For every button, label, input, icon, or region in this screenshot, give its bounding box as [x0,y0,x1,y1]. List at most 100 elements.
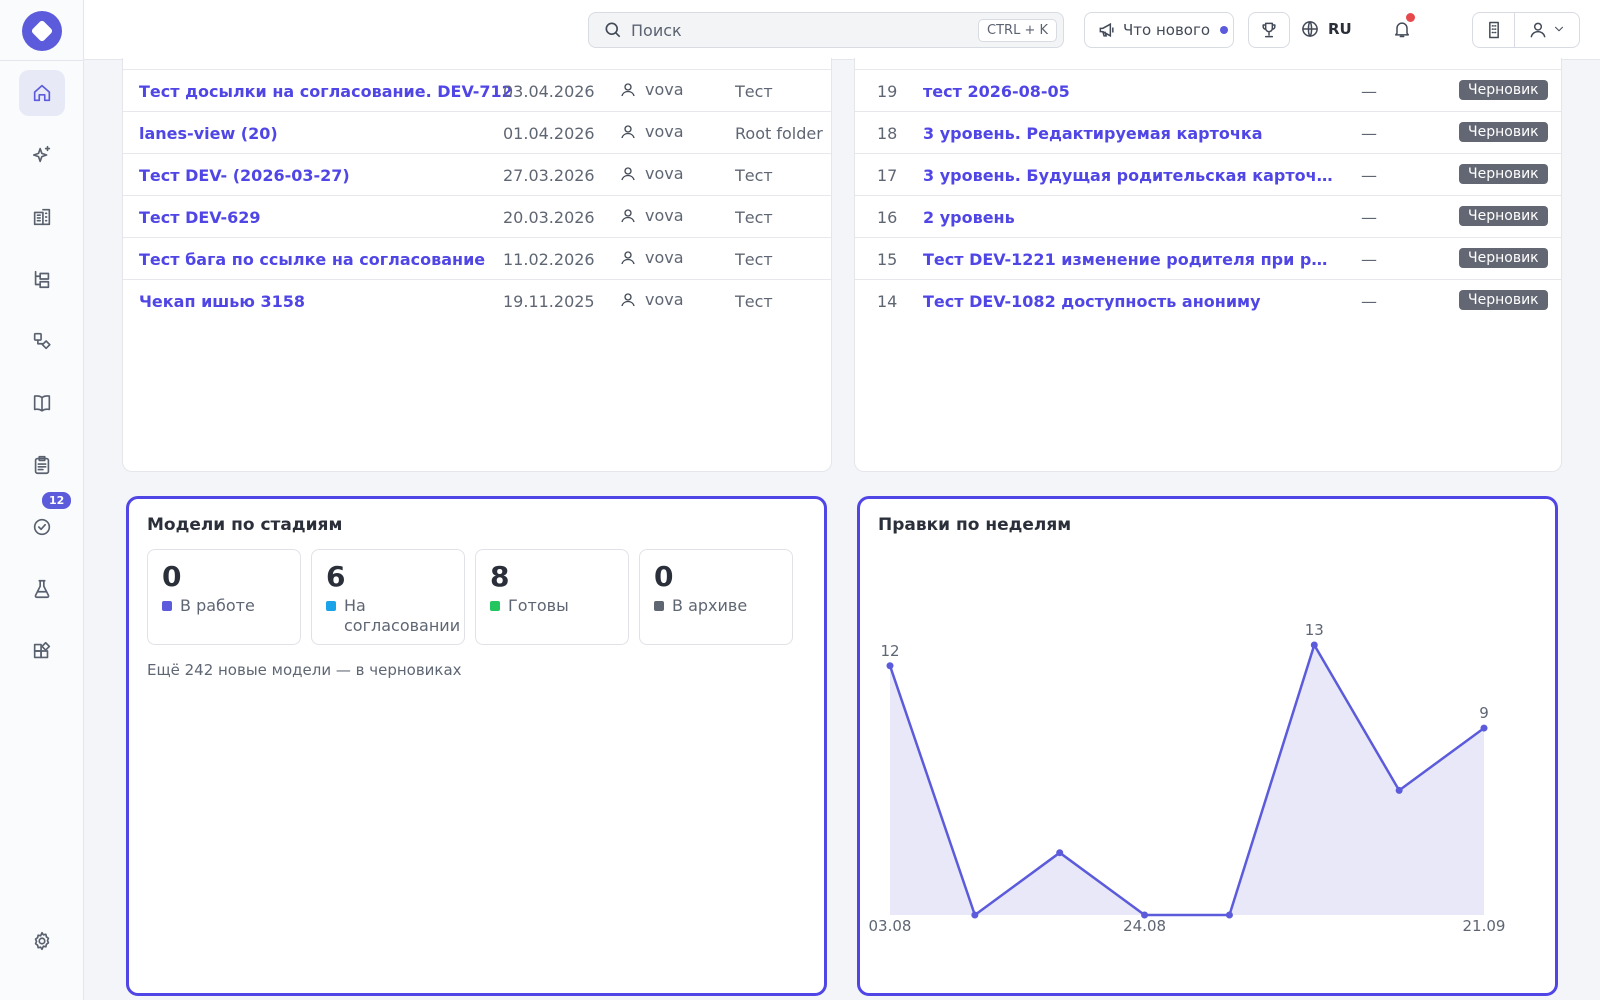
top-bar: Поиск CTRL + K Что нового RU [84,0,1600,60]
edits-chart: 12 13 9 03.08 24.08 21.09 [869,621,1506,935]
table-row[interactable]: 14 Тест DEV-1082 доступность анониму — Черн… [855,279,1561,321]
edits-by-week-card: Правки по неделям 12 13 9 03.08 24.08 21.09 [857,496,1558,996]
chart-point [1480,724,1488,732]
model-name-link[interactable]: Тест бага по ссылке на согласование [139,250,485,269]
search-placeholder: Поиск [631,20,682,40]
row-dash: — [1361,250,1377,269]
table-row[interactable]: Тест DEV- (2026-03-27) 27.03.2026 vova Тест [123,153,831,195]
sidebar-item-integrations[interactable] [19,628,65,674]
model-date: 03.04.2026 [503,82,595,101]
whats-new-button[interactable]: Что нового [1084,12,1234,48]
workflow-icon [33,332,51,350]
user-icon [1530,22,1546,38]
sidebar-item-processes[interactable] [19,318,65,364]
logo-diamond-icon [30,19,54,43]
author-name: vova [645,164,684,183]
status-badge: Черновик [1459,290,1548,310]
status-badge: Черновик [1459,80,1548,100]
whats-new-dot [1220,26,1229,34]
draft-name-link[interactable]: 3 уровень. Редактируемая карточка [923,124,1262,143]
widgets-icon [33,641,51,659]
search-input[interactable]: Поиск CTRL + K [588,12,1064,48]
user-menu[interactable] [1472,12,1580,48]
table-row[interactable]: lanes-view (20) 01.04.2026 vova Root folder [123,111,831,153]
model-folder: Тест [735,208,773,227]
stage-color-marker [326,601,336,611]
row-number: 17 [877,166,898,185]
sidebar-item-structure[interactable] [19,256,65,302]
sidebar-item-lab[interactable] [19,566,65,612]
model-folder: Тест [735,292,773,311]
model-name-link[interactable]: lanes-view (20) [139,124,278,143]
chart-point [971,911,979,919]
stages-title: Модели по стадиям [147,515,343,535]
draft-name-link[interactable]: Тест DEV-1221 изменение родителя при ред… [923,250,1333,269]
model-author: vova [619,206,684,225]
table-row[interactable]: Тест досылки на согласование. DEV-712 03.… [123,69,831,111]
stage-stat-card[interactable]: 0 В работе [147,549,301,645]
notification-indicator [1406,13,1415,22]
table-row[interactable]: 18 3 уровень. Редактируемая карточка — Черн… [855,111,1561,153]
stage-stat-card[interactable]: 0 В архиве [639,549,793,645]
globe-icon [1302,21,1318,37]
draft-name-link[interactable]: 3 уровень. Будущая родительская карточка [923,166,1333,185]
status-badge: Черновик [1459,206,1548,226]
stage-label: На согласовании [344,596,461,635]
user-icon [621,208,635,222]
model-name-link[interactable]: Тест DEV-629 [139,208,261,227]
table-row[interactable]: 17 3 уровень. Будущая родительская карточ… [855,153,1561,195]
model-name-link[interactable]: Тест DEV- (2026-03-27) [139,166,350,185]
row-dash: — [1361,208,1377,227]
bell-icon [1395,22,1409,38]
sidebar-item-home[interactable] [19,70,65,116]
status-badge: Черновик [1459,248,1548,268]
row-number: 18 [877,124,898,143]
profile-button[interactable] [1515,20,1579,40]
stage-label: В архиве [672,596,748,615]
stage-count: 0 [162,560,182,593]
stage-stat-card[interactable]: 8 Готовы [475,549,629,645]
row-dash: — [1361,292,1377,311]
model-author: vova [619,290,684,309]
table-row[interactable]: Тест DEV-629 20.03.2026 vova Тест [123,195,831,237]
home-icon [33,84,51,102]
sidebar-item-ai[interactable] [19,132,65,178]
model-name-link[interactable]: Тест досылки на согласование. DEV-712 [139,82,513,101]
sidebar: 12 [0,0,84,1000]
stage-stat-card[interactable]: 6 На согласовании [311,549,465,645]
drafts-note: Ещё 242 новые модели — в черновиках [147,661,462,679]
sidebar-item-tasks[interactable] [19,442,65,488]
chart-x-tick-label: 21.09 [1463,917,1506,935]
table-row[interactable]: 16 2 уровень — Черновик [855,195,1561,237]
achievements-button[interactable] [1248,12,1290,48]
chart-area-fill [890,645,1484,915]
sidebar-item-settings[interactable] [19,918,65,964]
notifications-button[interactable] [1392,13,1415,39]
flask-icon [34,579,50,599]
sidebar-item-organizations[interactable] [19,194,65,240]
settings-icon [34,931,50,951]
model-name-link[interactable]: Чекап ишью 3158 [139,292,305,311]
sidebar-item-approvals[interactable]: 12 [19,490,74,550]
table-row[interactable]: 15 Тест DEV-1221 изменение родителя при р… [855,237,1561,279]
trophy-icon [1262,22,1276,38]
app-logo[interactable] [22,11,62,51]
draft-name-link[interactable]: 2 уровень [923,208,1015,227]
model-author: vova [619,164,684,183]
approvals-count-badge: 12 [40,490,74,511]
language-switcher[interactable]: RU [1300,19,1352,39]
sidebar-item-docs[interactable] [19,380,65,426]
user-icon [621,292,635,306]
row-number: 14 [877,292,898,311]
chart-point [1395,786,1403,794]
organization-button[interactable] [1473,13,1515,47]
office-icon [1488,21,1499,39]
draft-name-link[interactable]: Тест DEV-1082 доступность анониму [923,292,1261,311]
draft-models-card: 19 тест 2026-08-05 — Черновик 18 3 уровень. Р… [854,58,1562,472]
language-label: RU [1328,20,1352,38]
draft-name-link[interactable]: тест 2026-08-05 [923,82,1070,101]
row-dash: — [1361,124,1377,143]
table-row[interactable]: Чекап ишью 3158 19.11.2025 vova Тест [123,279,831,321]
table-row[interactable]: Тест бага по ссылке на согласование 11.02… [123,237,831,279]
table-row[interactable]: 19 тест 2026-08-05 — Черновик [855,69,1561,111]
